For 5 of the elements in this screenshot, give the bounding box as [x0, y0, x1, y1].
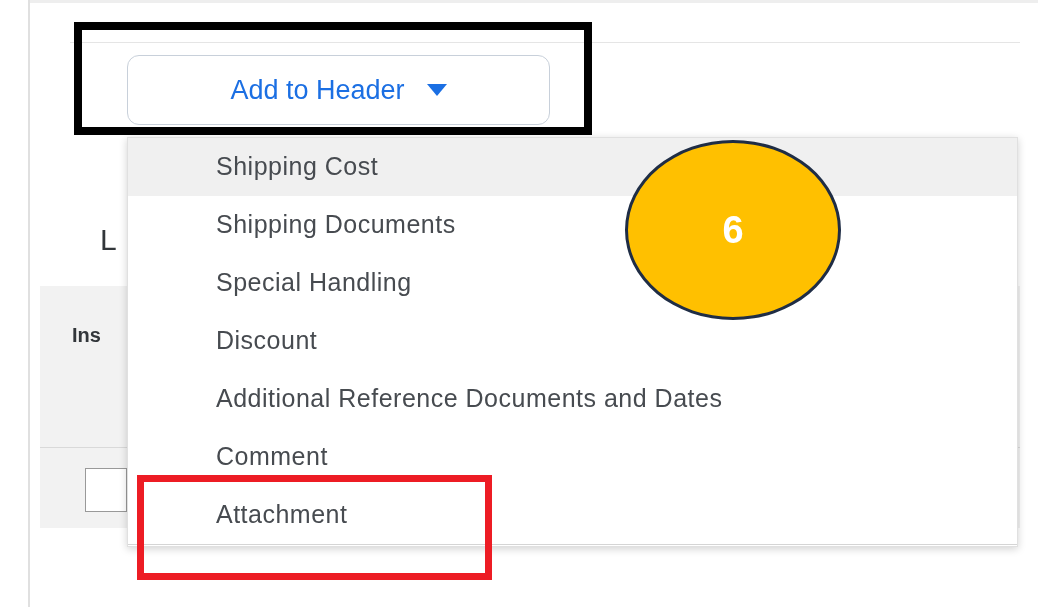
checkbox[interactable] — [85, 468, 127, 512]
add-to-header-button[interactable]: Add to Header — [127, 55, 550, 125]
section-heading: L — [100, 223, 117, 256]
caret-icon — [426, 84, 447, 96]
column-header: Ins — [72, 324, 101, 346]
